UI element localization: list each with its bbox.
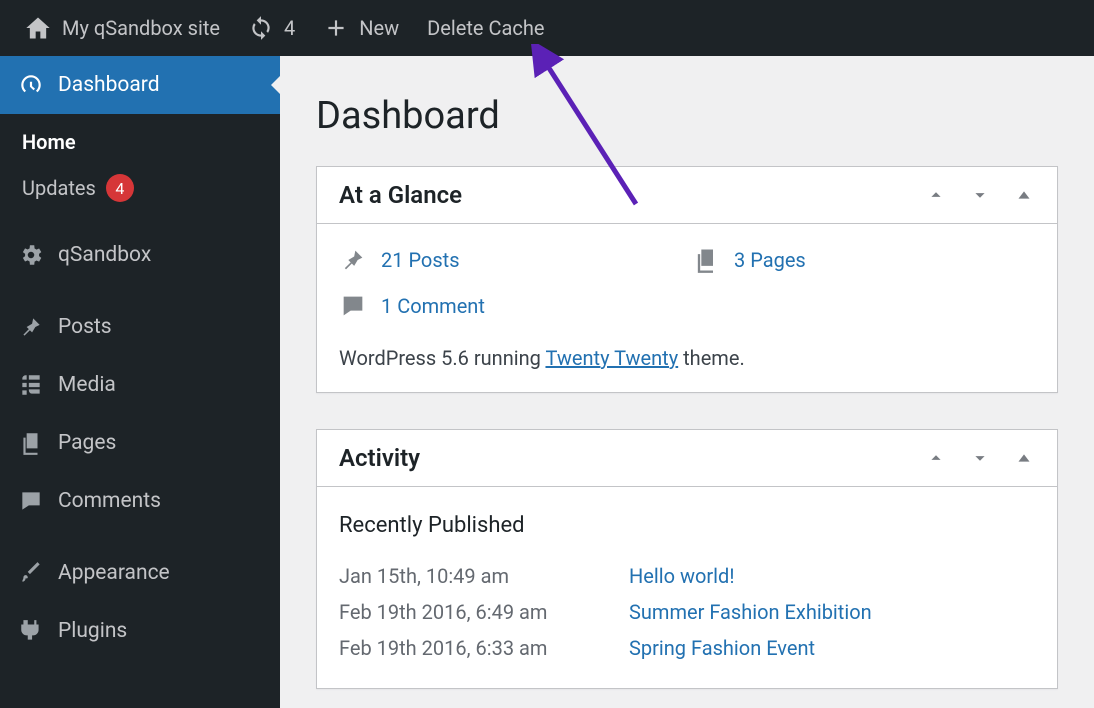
sidebar-item-pages[interactable]: Pages — [0, 414, 280, 472]
sidebar-item-label: Media — [58, 373, 116, 397]
widget-title: Activity — [339, 444, 420, 472]
pages-icon — [18, 430, 44, 456]
sidebar-sub-home[interactable]: Home — [0, 120, 280, 164]
sidebar-separator — [0, 284, 280, 298]
wp-version-suffix: theme. — [678, 346, 745, 370]
gear-icon — [18, 242, 44, 268]
activity-post-link[interactable]: Spring Fashion Event — [629, 636, 815, 660]
sidebar-sub-updates[interactable]: Updates 4 — [0, 164, 280, 212]
updates-icon — [248, 15, 274, 41]
glance-pages[interactable]: 3 Pages — [692, 246, 1035, 274]
sidebar-item-label: Comments — [58, 489, 161, 513]
comment-icon — [18, 488, 44, 514]
adminbar-site-link[interactable]: My qSandbox site — [10, 0, 234, 56]
widget-controls — [925, 184, 1035, 206]
activity-row: Jan 15th, 10:49 am Hello world! — [339, 558, 1035, 594]
main-content: Dashboard At a Glance 21 Posts 3 Pages — [280, 56, 1094, 708]
sidebar-item-label: Plugins — [58, 619, 127, 643]
adminbar-site-name: My qSandbox site — [62, 16, 220, 40]
widget-body: Recently Published Jan 15th, 10:49 am He… — [317, 487, 1057, 688]
sidebar-sub-home-label: Home — [22, 130, 76, 154]
glance-posts-link[interactable]: 21 Posts — [381, 248, 460, 272]
chevron-down-icon — [969, 184, 991, 206]
plugin-icon — [18, 618, 44, 644]
wp-version-text: WordPress 5.6 running Twenty Twenty them… — [339, 346, 1035, 370]
activity-list: Jan 15th, 10:49 am Hello world! Feb 19th… — [339, 558, 1035, 666]
adminbar-delete-cache-label: Delete Cache — [427, 16, 544, 40]
adminbar-new-link[interactable]: New — [309, 0, 413, 56]
admin-sidebar: Dashboard Home Updates 4 qSandbox Posts … — [0, 56, 280, 708]
adminbar-delete-cache[interactable]: Delete Cache — [413, 0, 558, 56]
pin-icon — [18, 314, 44, 340]
glance-comments-link[interactable]: 1 Comment — [381, 294, 485, 318]
activity-row: Feb 19th 2016, 6:33 am Spring Fashion Ev… — [339, 630, 1035, 666]
activity-row: Feb 19th 2016, 6:49 am Summer Fashion Ex… — [339, 594, 1035, 630]
widget-title: At a Glance — [339, 181, 462, 209]
sidebar-item-dashboard[interactable]: Dashboard — [0, 56, 280, 114]
glance-comments[interactable]: 1 Comment — [339, 292, 682, 320]
chevron-up-icon — [925, 447, 947, 469]
adminbar-new-label: New — [359, 16, 399, 40]
brush-icon — [18, 560, 44, 586]
move-down-button[interactable] — [969, 184, 991, 206]
triangle-up-icon — [1013, 184, 1035, 206]
adminbar-updates-count: 4 — [284, 16, 295, 40]
chevron-down-icon — [969, 447, 991, 469]
move-up-button[interactable] — [925, 184, 947, 206]
sidebar-item-plugins[interactable]: Plugins — [0, 602, 280, 660]
sidebar-item-qsandbox[interactable]: qSandbox — [0, 226, 280, 284]
toggle-panel-button[interactable] — [1013, 447, 1035, 469]
move-down-button[interactable] — [969, 447, 991, 469]
activity-date: Feb 19th 2016, 6:49 am — [339, 600, 599, 624]
sidebar-item-appearance[interactable]: Appearance — [0, 544, 280, 602]
pages-icon — [692, 246, 720, 274]
triangle-up-icon — [1013, 447, 1035, 469]
chevron-up-icon — [925, 184, 947, 206]
sidebar-item-comments[interactable]: Comments — [0, 472, 280, 530]
activity-recent-heading: Recently Published — [339, 513, 1035, 538]
toggle-panel-button[interactable] — [1013, 184, 1035, 206]
widget-at-a-glance: At a Glance 21 Posts 3 Pages 1 Com — [316, 166, 1058, 393]
pin-icon — [339, 246, 367, 274]
glance-pages-link[interactable]: 3 Pages — [734, 248, 806, 272]
sidebar-separator — [0, 530, 280, 544]
theme-link[interactable]: Twenty Twenty — [545, 346, 678, 370]
page-title: Dashboard — [316, 94, 1058, 138]
sidebar-dashboard-label: Dashboard — [58, 73, 160, 97]
sidebar-submenu-dashboard: Home Updates 4 — [0, 114, 280, 226]
widget-header: At a Glance — [317, 167, 1057, 224]
media-icon — [18, 372, 44, 398]
sidebar-item-posts[interactable]: Posts — [0, 298, 280, 356]
comment-icon — [339, 292, 367, 320]
sidebar-item-label: Appearance — [58, 561, 170, 585]
adminbar-updates[interactable]: 4 — [234, 0, 309, 56]
widget-header: Activity — [317, 430, 1057, 487]
activity-date: Feb 19th 2016, 6:33 am — [339, 636, 599, 660]
plus-icon — [323, 15, 349, 41]
sidebar-item-label: Pages — [58, 431, 116, 455]
sidebar-item-media[interactable]: Media — [0, 356, 280, 414]
activity-date: Jan 15th, 10:49 am — [339, 564, 599, 588]
widget-body: 21 Posts 3 Pages 1 Comment WordPress 5.6… — [317, 224, 1057, 392]
admin-bar: My qSandbox site 4 New Delete Cache — [0, 0, 1094, 56]
move-up-button[interactable] — [925, 447, 947, 469]
updates-badge: 4 — [106, 174, 134, 202]
activity-post-link[interactable]: Summer Fashion Exhibition — [629, 600, 872, 624]
home-icon — [24, 14, 52, 42]
activity-post-link[interactable]: Hello world! — [629, 564, 734, 588]
sidebar-item-label: qSandbox — [58, 243, 151, 267]
glance-posts[interactable]: 21 Posts — [339, 246, 682, 274]
sidebar-item-label: Posts — [58, 315, 112, 339]
widget-activity: Activity Recently Published Jan 15th, 10… — [316, 429, 1058, 689]
sidebar-sub-updates-label: Updates — [22, 176, 96, 200]
widget-controls — [925, 447, 1035, 469]
wp-version-prefix: WordPress 5.6 running — [339, 346, 545, 370]
dashboard-icon — [18, 72, 44, 98]
